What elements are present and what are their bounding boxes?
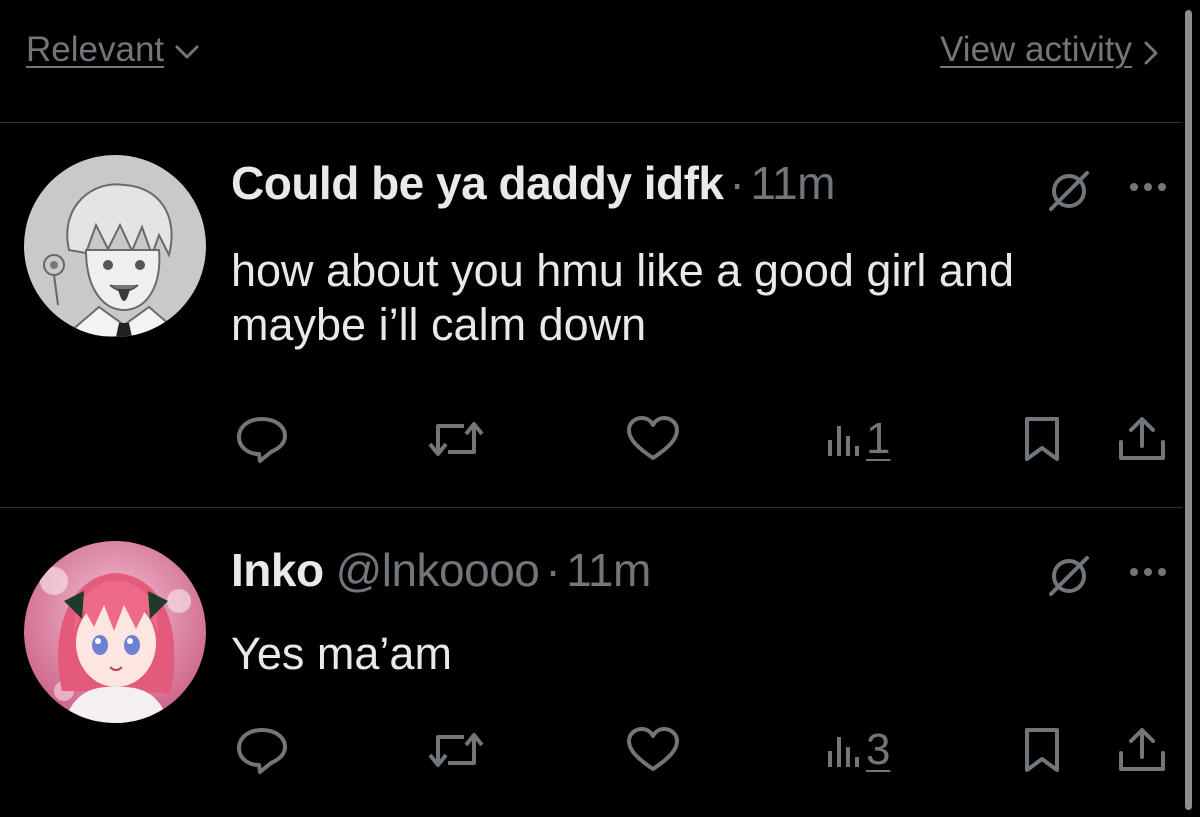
retweet-icon[interactable] bbox=[424, 414, 488, 464]
mute-icon[interactable] bbox=[1045, 552, 1093, 605]
reply-tweet[interactable]: Inko @lnkoooo · 11m Yes ma’am 3 bbox=[0, 507, 1182, 817]
chevron-down-icon bbox=[174, 30, 200, 70]
mute-icon[interactable] bbox=[1045, 167, 1093, 220]
views-icon bbox=[826, 414, 860, 464]
avatar[interactable] bbox=[24, 541, 206, 723]
reply-icon[interactable] bbox=[234, 725, 290, 775]
replies-header: Relevant View activity bbox=[0, 0, 1200, 122]
tweet-header: Inko @lnkoooo · 11m bbox=[231, 543, 651, 597]
sort-replies-button[interactable]: Relevant bbox=[26, 30, 200, 70]
timestamp[interactable]: 11m bbox=[566, 543, 651, 597]
heart-icon[interactable] bbox=[625, 725, 681, 775]
more-icon[interactable] bbox=[1128, 565, 1168, 583]
share-icon[interactable] bbox=[1116, 725, 1168, 775]
tweet-actions: 1 bbox=[0, 414, 1182, 474]
tweet-header: Could be ya daddy idfk · 11m bbox=[231, 156, 835, 210]
views-count: 3 bbox=[866, 725, 891, 774]
reply-icon[interactable] bbox=[234, 414, 290, 464]
more-icon[interactable] bbox=[1128, 180, 1168, 198]
user-handle[interactable]: @lnkoooo bbox=[336, 543, 540, 597]
views-icon bbox=[826, 725, 860, 775]
avatar[interactable] bbox=[24, 155, 206, 337]
bookmark-icon[interactable] bbox=[1022, 725, 1062, 775]
sort-label: Relevant bbox=[26, 30, 165, 69]
separator: · bbox=[545, 544, 561, 596]
retweet-icon[interactable] bbox=[424, 725, 488, 775]
chevron-right-icon[interactable] bbox=[1142, 40, 1160, 71]
tweet-text: Yes ma’am bbox=[231, 628, 452, 679]
heart-icon[interactable] bbox=[625, 414, 681, 464]
views-button[interactable]: 3 bbox=[826, 725, 890, 775]
reply-tweet[interactable]: Could be ya daddy idfk · 11m how about y… bbox=[0, 122, 1182, 507]
views-count: 1 bbox=[866, 414, 891, 463]
tweet-actions: 3 bbox=[0, 725, 1182, 785]
display-name[interactable]: Inko bbox=[231, 543, 324, 597]
display-name[interactable]: Could be ya daddy idfk bbox=[231, 156, 724, 210]
bookmark-icon[interactable] bbox=[1022, 414, 1062, 464]
share-icon[interactable] bbox=[1116, 414, 1168, 464]
scrollbar[interactable] bbox=[1185, 10, 1192, 810]
view-activity-link[interactable]: View activity bbox=[940, 30, 1132, 70]
timestamp[interactable]: 11m bbox=[750, 156, 835, 210]
separator: · bbox=[729, 157, 745, 209]
views-button[interactable]: 1 bbox=[826, 414, 890, 464]
tweet-text: how about you hmu like a good girl and m… bbox=[231, 245, 1015, 350]
